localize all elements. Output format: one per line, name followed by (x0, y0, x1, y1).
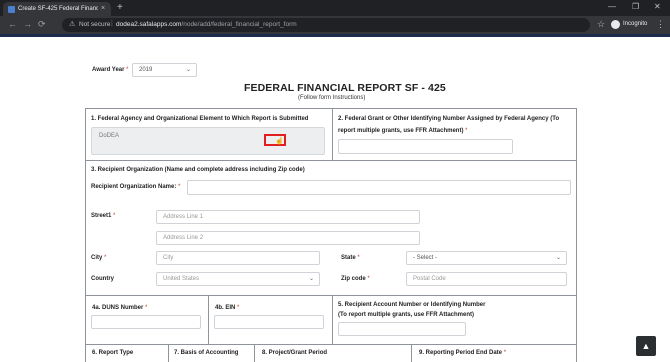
zip-code-input[interactable]: Postal Code (406, 272, 567, 286)
report-type-label: 6. Report Type (92, 350, 134, 356)
url-host: dodea2.safalapps.com (116, 21, 182, 28)
tab-title: Create SF-425 Federal Financial (18, 6, 98, 12)
country-value: United States (163, 276, 200, 282)
site-header-bar (0, 34, 670, 37)
address-line-1-input[interactable]: Address Line 1 (156, 210, 420, 224)
address-line-2-input[interactable]: Address Line 2 (156, 231, 420, 245)
ein-input[interactable] (214, 315, 324, 329)
basis-of-accounting-label: 7. Basis of Accounting (174, 350, 239, 356)
page-subtitle: (Follow form Instructions) (298, 95, 366, 101)
tab-close-icon[interactable]: × (101, 4, 105, 13)
reporting-period-end-date-label: 9. Reporting Period End Date * (419, 350, 507, 356)
tab-bar: Create SF-425 Federal Financial × + — ❐ … (0, 0, 670, 16)
page-title: FEDERAL FINANCIAL REPORT SF - 425 (244, 82, 446, 94)
city-label: City * (91, 255, 107, 261)
section-3-label: 3. Recipient Organization (Name and comp… (91, 167, 305, 173)
chevron-up-icon: ▲ (641, 341, 651, 351)
close-window-icon[interactable]: ✕ (654, 2, 661, 12)
duns-number-label: 4a. DUNS Number * (92, 305, 148, 311)
minimize-icon[interactable]: — (608, 2, 616, 12)
city-placeholder: City (163, 255, 174, 261)
incognito-label: Incognito (623, 21, 648, 27)
chevron-down-icon: ⌄ (308, 276, 314, 282)
ein-label: 4b. EIN * (215, 305, 240, 311)
section-2-label-line1: 2. Federal Grant or Other Identifying Nu… (338, 116, 560, 122)
chevron-down-icon: ⌄ (555, 255, 561, 261)
state-label: State * (341, 255, 360, 261)
forward-icon[interactable]: → (23, 19, 32, 30)
cursor-icon: ☝ (275, 138, 284, 145)
url-path: /node/add/federal_financial_report_form (181, 21, 297, 28)
org-name-input[interactable] (187, 180, 571, 195)
not-secure-label: Not secure (79, 21, 111, 28)
section-5-label-line2: (To report multiple grants, use FFR Atta… (338, 312, 475, 318)
section-1-label: 1. Federal Agency and Organizational Ele… (91, 116, 309, 122)
incognito-icon[interactable] (611, 20, 620, 29)
state-select[interactable]: - Select - ⌄ (406, 251, 567, 265)
bookmark-star-icon[interactable]: ☆ (597, 19, 605, 30)
reload-icon[interactable]: ⟳ (38, 19, 46, 30)
address-line-1-placeholder: Address Line 1 (163, 214, 204, 220)
project-grant-period-label: 8. Project/Grant Period (262, 350, 328, 356)
back-icon[interactable]: ← (8, 19, 17, 30)
chevron-down-icon: ⌄ (185, 67, 191, 73)
new-tab-icon[interactable]: + (117, 2, 123, 14)
country-select[interactable]: United States ⌄ (156, 272, 320, 286)
award-year-label: Award Year * (92, 67, 129, 73)
country-label: Country (91, 276, 114, 282)
state-value: - Select - (413, 255, 438, 261)
org-name-label: Recipient Organization Name: * (91, 184, 181, 190)
award-year-select[interactable]: 2019 ⌄ (132, 63, 197, 77)
federal-agency-value: DoDEA (99, 133, 120, 139)
browser-menu-icon[interactable]: ⋮ (656, 19, 665, 30)
browser-tab[interactable]: Create SF-425 Federal Financial × (3, 2, 111, 16)
address-line-2-placeholder: Address Line 2 (163, 235, 204, 241)
section-5-label-line1: 5. Recipient Account Number or Identifyi… (338, 302, 486, 308)
street1-label: Street1 * (91, 213, 116, 219)
zip-code-placeholder: Postal Code (413, 276, 446, 282)
city-input[interactable]: City (156, 251, 320, 265)
zip-code-label: Zip code * (341, 276, 370, 282)
federal-grant-number-input[interactable] (338, 139, 513, 154)
maximize-icon[interactable]: ❐ (632, 2, 639, 12)
section-2-label-line2: report multiple grants, use FFR Attachme… (338, 128, 468, 134)
scroll-to-top-button[interactable]: ▲ (636, 336, 656, 356)
federal-agency-field: DoDEA (91, 127, 325, 155)
duns-number-input[interactable] (91, 315, 201, 329)
url-separator: | (111, 20, 113, 27)
url-text[interactable]: dodea2.safalapps.com/node/add/federal_fi… (116, 21, 297, 29)
browser-toolbar: ← → ⟳ ⚠ Not secure | dodea2.safalapps.co… (0, 16, 670, 34)
page-favicon-icon (8, 6, 15, 13)
award-year-value: 2019 (139, 67, 153, 73)
recipient-account-number-input[interactable] (338, 322, 466, 336)
not-secure-icon[interactable]: ⚠ (69, 21, 75, 29)
address-bar[interactable]: ⚠ Not secure | dodea2.safalapps.com/node… (62, 18, 590, 32)
